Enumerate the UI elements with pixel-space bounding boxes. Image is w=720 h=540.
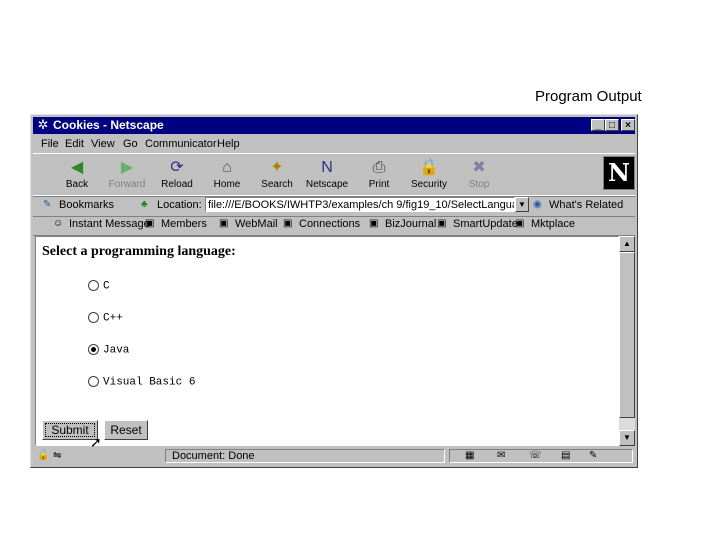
connection-status-icon: ⇋ xyxy=(53,450,62,461)
whats-related-icon: ◉ xyxy=(533,199,542,211)
toolbar-button-label: Print xyxy=(368,179,390,190)
smartupdate-icon: ▣ xyxy=(437,218,447,230)
menu-communicator[interactable]: Communicator xyxy=(145,138,217,150)
url-dropdown-button[interactable]: ▼ xyxy=(515,197,529,212)
menu-file[interactable]: File xyxy=(41,138,59,150)
bookmarks-button[interactable]: ✎ Bookmarks xyxy=(43,199,114,211)
print-button[interactable]: ⎙ Print xyxy=(353,156,405,194)
browser-window: ✲ Cookies - Netscape _ □ × File Edit View G… xyxy=(30,114,638,468)
status-text: Document: Done xyxy=(165,449,445,463)
security-status-icon: 🔓 xyxy=(37,450,50,461)
toolbar-button-label: Home xyxy=(213,179,241,190)
close-button[interactable]: × xyxy=(621,119,635,131)
personal-link-webmail[interactable]: ▣ WebMail xyxy=(219,218,278,230)
reset-button[interactable]: Reset xyxy=(104,420,148,440)
personal-link-instant-message[interactable]: ☺ Instant Message xyxy=(53,218,150,230)
radio-option-label: Java xyxy=(103,344,130,357)
scroll-thumb[interactable] xyxy=(619,252,635,418)
search-icon: ✦ xyxy=(270,159,284,176)
radio-option-label: Visual Basic 6 xyxy=(103,376,196,389)
radio-button[interactable] xyxy=(88,312,99,323)
mktplace-icon: ▣ xyxy=(515,218,525,230)
status-bar: 🔓 ⇋ Document: Done ▦ ✉ ☏ ▤ ✎ xyxy=(33,448,635,465)
members-icon: ▣ xyxy=(145,218,155,230)
radio-option[interactable]: Visual Basic 6 xyxy=(88,376,195,388)
bizjournal-icon: ▣ xyxy=(369,218,379,230)
reload-icon: ⟳ xyxy=(170,159,184,176)
security-button[interactable]: 🔒 Security xyxy=(403,156,455,194)
radio-button[interactable] xyxy=(88,376,99,387)
window-title: Cookies - Netscape xyxy=(53,118,164,132)
minimize-button[interactable]: _ xyxy=(591,119,605,131)
personal-link-smartupdate[interactable]: ▣ SmartUpdate xyxy=(437,218,518,230)
netscape-logo-icon[interactable]: N xyxy=(603,156,635,190)
title-bar[interactable]: ✲ Cookies - Netscape _ □ × xyxy=(33,117,635,134)
stop-button[interactable]: ✖ Stop xyxy=(453,156,505,194)
toolbar-button-label: Security xyxy=(410,179,448,190)
home-button[interactable]: ⌂ Home xyxy=(201,156,253,194)
lock-icon: 🔒 xyxy=(419,159,439,176)
radio-option[interactable]: C xyxy=(88,280,110,292)
page-content: Select a programming language: C C++ Java V… xyxy=(35,236,619,450)
radio-button[interactable] xyxy=(88,344,99,355)
page-prompt: Select a programming language: xyxy=(42,244,236,259)
url-input[interactable]: file:///E/BOOKS/IWHTP3/examples/ch 9/fig… xyxy=(205,197,515,212)
forward-button[interactable]: ▶ Forward xyxy=(101,156,153,194)
address-book-icon[interactable]: ▤ xyxy=(561,450,570,461)
mail-icon[interactable]: ✉ xyxy=(497,450,505,461)
search-button[interactable]: ✦ Search xyxy=(251,156,303,194)
location-toolbar: ✎ Bookmarks ♣ Location: file:///E/BOOKS/IW… xyxy=(33,195,635,217)
toolbar-button-label: Back xyxy=(65,179,89,190)
radio-option[interactable]: C++ xyxy=(88,312,123,324)
navigator-icon[interactable]: ▦ xyxy=(465,450,474,461)
toolbar-button-label: Netscape xyxy=(305,179,349,190)
bookmarks-icon: ✎ xyxy=(43,199,52,211)
netscape-app-icon: ✲ xyxy=(37,117,49,132)
personal-link-mktplace[interactable]: ▣ Mktplace xyxy=(515,218,575,230)
personal-link-connections[interactable]: ▣ Connections xyxy=(283,218,360,230)
netscape-button[interactable]: N Netscape xyxy=(301,156,353,194)
personal-link-members[interactable]: ▣ Members xyxy=(145,218,207,230)
menu-help[interactable]: Help xyxy=(217,138,240,150)
menu-go[interactable]: Go xyxy=(123,138,138,150)
vertical-scrollbar[interactable]: ▲ ▼ xyxy=(619,236,635,446)
menu-edit[interactable]: Edit xyxy=(65,138,84,150)
toolbar-button-label: Forward xyxy=(108,179,146,190)
composer-icon[interactable]: ✎ xyxy=(589,450,597,461)
radio-option-label: C++ xyxy=(103,312,123,325)
forward-arrow-icon: ▶ xyxy=(120,159,134,176)
connections-icon: ▣ xyxy=(283,218,293,230)
whats-related-button[interactable]: ◉ What's Related xyxy=(533,199,623,211)
menu-view[interactable]: View xyxy=(91,138,115,150)
slide-label: Program Output xyxy=(535,88,642,105)
location-label: ♣ Location: xyxy=(141,199,202,211)
menu-bar: File Edit View Go Communicator Help xyxy=(33,135,635,153)
webmail-icon: ▣ xyxy=(219,218,229,230)
back-arrow-icon: ◀ xyxy=(70,159,84,176)
instant-message-icon: ☺ xyxy=(53,218,64,230)
maximize-button[interactable]: □ xyxy=(605,119,619,131)
toolbar-button-label: Stop xyxy=(468,179,490,190)
reload-button[interactable]: ⟳ Reload xyxy=(151,156,203,194)
personal-toolbar: ☺ Instant Message ▣ Members ▣ WebMail ▣ Connect… xyxy=(33,215,635,236)
radio-option[interactable]: Java xyxy=(88,344,129,356)
toolbar-button-label: Search xyxy=(261,179,293,190)
radio-button[interactable] xyxy=(88,280,99,291)
scroll-up-button[interactable]: ▲ xyxy=(619,236,635,252)
back-button[interactable]: ◀ Back xyxy=(51,156,103,194)
netscape-icon: N xyxy=(321,159,333,176)
navigation-toolbar: N ◀ Back ▶ Forward ⟳ Reload ⌂ Home ✦ Search N Netsc… xyxy=(33,153,635,197)
home-icon: ⌂ xyxy=(222,159,232,176)
personal-link-bizjournal[interactable]: ▣ BizJournal xyxy=(369,218,436,230)
radio-option-label: C xyxy=(103,280,110,293)
stop-icon: ✖ xyxy=(472,159,486,176)
discussion-icon[interactable]: ☏ xyxy=(529,450,542,461)
scroll-down-button[interactable]: ▼ xyxy=(619,430,635,446)
location-icon: ♣ xyxy=(141,199,148,211)
toolbar-button-label: Reload xyxy=(161,179,193,190)
print-icon: ⎙ xyxy=(372,159,386,176)
